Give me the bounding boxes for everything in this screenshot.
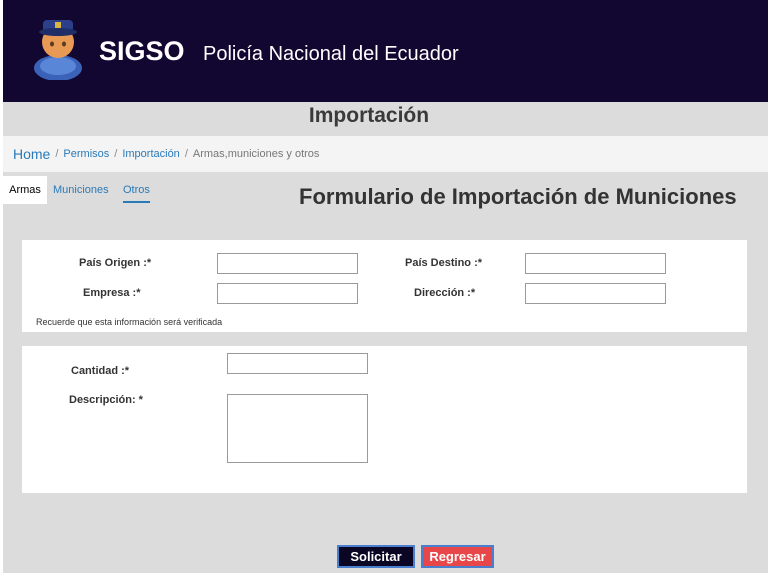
tab-otros-label: Otros [123, 184, 150, 196]
pais-origen-input[interactable] [217, 253, 358, 274]
quantity-description-panel: Cantidad :* Descripción: * [22, 346, 747, 493]
regresar-button[interactable]: Regresar [421, 545, 494, 568]
tab-active-underline [123, 201, 150, 203]
breadcrumb-importacion[interactable]: Importación [122, 148, 179, 160]
page-title: Importación [308, 104, 430, 127]
direccion-input[interactable] [525, 283, 666, 304]
cantidad-label: Cantidad :* [71, 365, 130, 377]
empresa-label: Empresa :* [83, 287, 141, 299]
descripcion-label: Descripción: * [69, 394, 143, 406]
app-name: SIGSO [99, 36, 185, 66]
empresa-input[interactable] [217, 283, 358, 304]
breadcrumb-separator: / [55, 148, 59, 160]
breadcrumb-current: Armas,municiones y otros [192, 148, 320, 160]
breadcrumb-separator: / [184, 148, 188, 160]
tab-municiones[interactable]: Municiones [53, 176, 109, 204]
breadcrumb-permisos[interactable]: Permisos [63, 148, 109, 160]
breadcrumb: Home / Permisos / Importación / Armas,mu… [3, 136, 768, 172]
origin-destination-panel: País Origen :* País Destino :* Empresa :… [22, 240, 747, 332]
direccion-label: Dirección :* [414, 287, 476, 299]
police-officer-icon [34, 20, 82, 80]
form-title: Formulario de Importación de Municiones [299, 184, 737, 209]
pais-origen-label: País Origen :* [79, 257, 152, 269]
pais-destino-input[interactable] [525, 253, 666, 274]
org-name: Policía Nacional del Ecuador [203, 43, 459, 65]
verification-note: Recuerde que esta información será verif… [36, 317, 223, 327]
header: SIGSO Policía Nacional del Ecuador [3, 0, 768, 102]
tab-armas[interactable]: Armas [3, 176, 47, 204]
cantidad-input[interactable] [227, 353, 368, 374]
pais-destino-label: País Destino :* [405, 257, 483, 269]
tab-otros[interactable]: Otros [123, 176, 150, 204]
main-content: Importación Home / Permisos / Importació… [3, 102, 768, 573]
descripcion-textarea[interactable] [227, 394, 368, 463]
breadcrumb-separator: / [114, 148, 118, 160]
solicitar-button[interactable]: Solicitar [337, 545, 415, 568]
breadcrumb-home[interactable]: Home [13, 146, 50, 162]
